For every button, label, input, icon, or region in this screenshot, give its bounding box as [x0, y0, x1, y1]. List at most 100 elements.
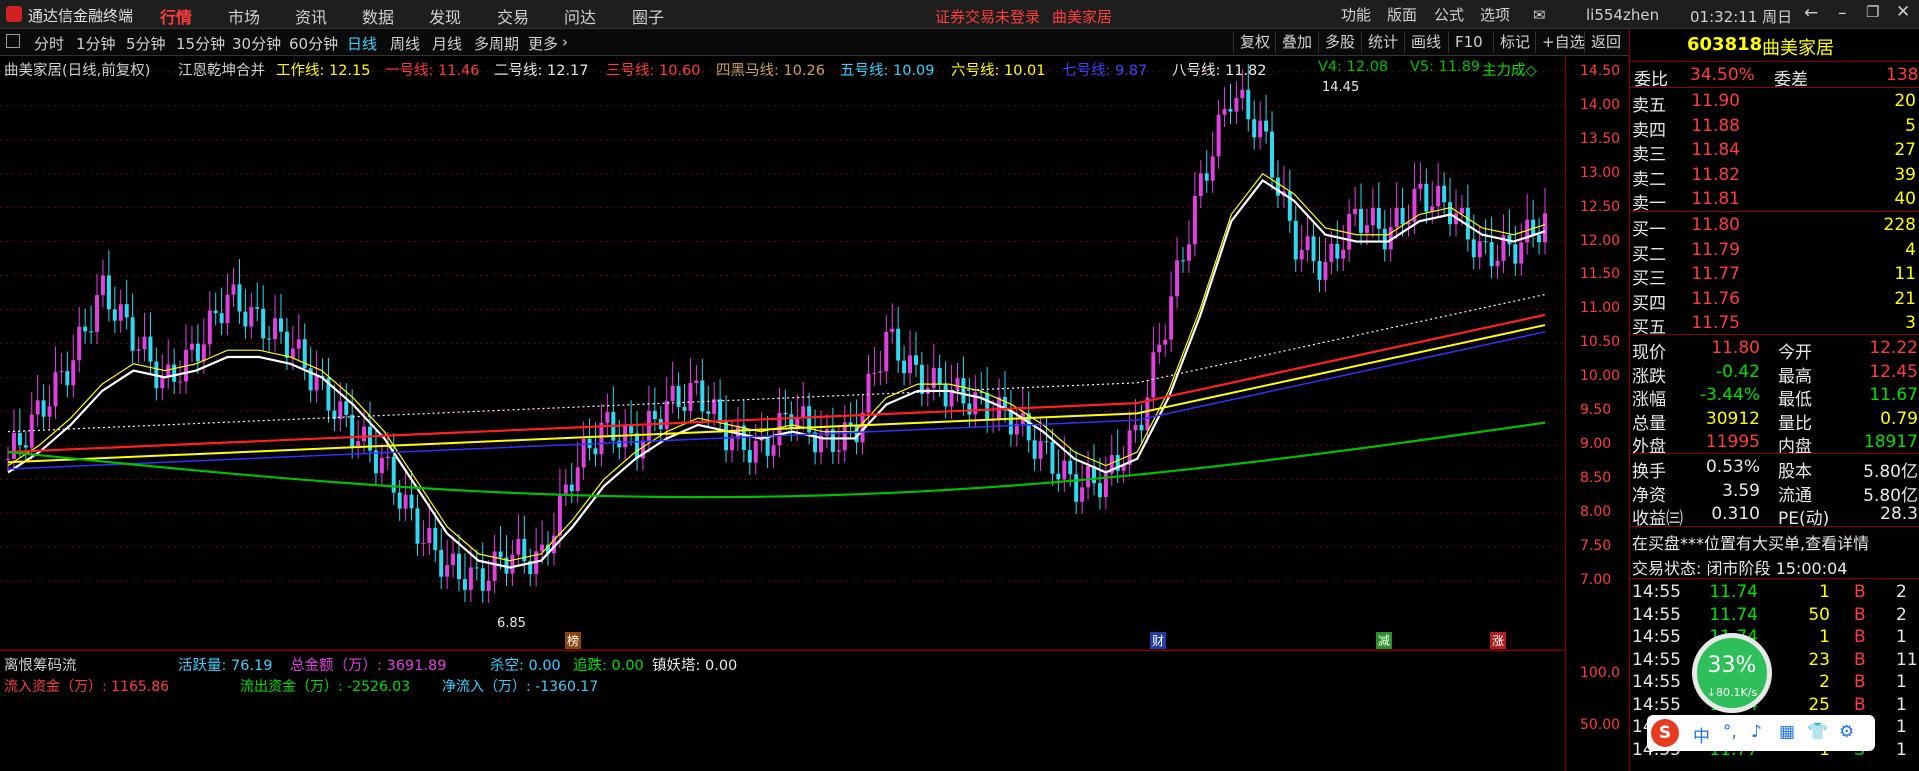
candle-body	[421, 542, 426, 544]
tick-time: 14:55	[1632, 649, 1681, 670]
tag-bang[interactable]: 榜	[565, 632, 582, 649]
tick-row[interactable]: 14:5511.741B1	[1630, 625, 1919, 649]
btn-fanhui[interactable]: 返回	[1584, 31, 1627, 53]
btn-tongji[interactable]: 统计	[1361, 31, 1404, 53]
bid-row[interactable]: 买五 11.75 3	[1630, 311, 1919, 338]
tick-row[interactable]: 14:5511.7425B1	[1630, 693, 1919, 717]
stat-row[interactable]: 涨跌 -0.42 最高 12.45	[1630, 360, 1919, 387]
period-weekly[interactable]: 周线	[390, 33, 420, 54]
close-icon[interactable]: ✕	[1896, 2, 1910, 22]
restore-icon[interactable]: ❐	[1866, 3, 1879, 21]
active-volume: 活跃量: 76.19	[178, 658, 273, 674]
stat-row[interactable]: 涨幅 -3.44% 最低 11.67	[1630, 383, 1919, 410]
bigorder-notice[interactable]: 在买盘***位置有大买单,查看详情	[1632, 530, 1869, 554]
formula-name[interactable]: 江恩乾坤合并	[178, 59, 265, 80]
menu-hangqing[interactable]: 行情	[160, 4, 192, 28]
stat2-row[interactable]: 净资 3.59 流通 5.80亿	[1630, 479, 1919, 506]
btn-huaxian[interactable]: 画线	[1404, 31, 1447, 53]
ime-voice-icon[interactable]: ♪	[1751, 722, 1762, 742]
bid-row[interactable]: 买四 11.76 21	[1630, 287, 1919, 314]
ime-settings-icon[interactable]: ⚙	[1839, 722, 1854, 742]
candle-body	[1359, 208, 1364, 233]
bid-row[interactable]: 买二 11.79 4	[1630, 238, 1919, 265]
candle-body	[261, 308, 266, 339]
bigorder-notice-row[interactable]: 在买盘***位置有大买单,查看详情	[1630, 528, 1919, 554]
stat-row[interactable]: 现价 11.80 今开 12.22	[1630, 336, 1919, 363]
ime-punct-icon[interactable]: °,	[1723, 722, 1737, 742]
ask-volume: 5	[1905, 115, 1916, 136]
menu-xuanxiang[interactable]: 选项	[1480, 4, 1510, 25]
candle-body	[575, 467, 580, 492]
tick-row[interactable]: 14:5511.742B1	[1630, 670, 1919, 694]
menu-banmian[interactable]: 版面	[1387, 4, 1417, 25]
btn-diejia[interactable]: 叠加	[1275, 31, 1318, 53]
ime-toolbar[interactable]: S 中 °, ♪ ▦ 👕 ⚙	[1647, 715, 1875, 751]
menu-gongshi[interactable]: 公式	[1434, 4, 1464, 25]
network-speed-gauge[interactable]: 33% ↓80.1K/s	[1692, 633, 1772, 713]
tag-jian[interactable]: 减	[1376, 632, 1393, 649]
tick-row[interactable]: 14:55 11.74 1 B 2	[1630, 580, 1919, 604]
menu-gongneng[interactable]: 功能	[1341, 4, 1371, 25]
mail-icon[interactable]: ✉	[1533, 6, 1546, 24]
ime-chinese-toggle[interactable]: 中	[1693, 722, 1710, 747]
period-30min[interactable]: 30分钟	[232, 33, 281, 54]
menu-shichang[interactable]: 市场	[228, 4, 260, 28]
menu-shuju[interactable]: 数据	[362, 4, 394, 28]
chevron-right-icon[interactable]: ›	[562, 33, 568, 51]
stat-row[interactable]: 总量 30912 量比 0.79	[1630, 407, 1919, 434]
ask-row[interactable]: 卖三 11.84 27	[1630, 138, 1919, 165]
minimize-icon[interactable]: –	[1838, 3, 1847, 23]
period-more[interactable]: 更多	[528, 33, 558, 54]
period-15min[interactable]: 15分钟	[176, 33, 225, 54]
sogou-logo-icon[interactable]: S	[1651, 719, 1679, 747]
tick-row[interactable]: 14:55 11.74 50 B 2	[1630, 603, 1919, 627]
ime-skin-icon[interactable]: 👕	[1807, 722, 1828, 742]
period-monthly[interactable]: 月线	[432, 33, 462, 54]
tag-cai[interactable]: 财	[1150, 632, 1167, 649]
bid-row[interactable]: 买一 11.80 228	[1630, 213, 1919, 240]
tick-row[interactable]: 14:5511.7423B11	[1630, 648, 1919, 672]
period-1min[interactable]: 1分钟	[76, 33, 116, 54]
candle-body	[468, 567, 473, 590]
period-5min[interactable]: 5分钟	[126, 33, 166, 54]
btn-zixuan[interactable]: +自选	[1535, 31, 1591, 53]
period-daily[interactable]: 日线	[347, 33, 377, 54]
ask-label: 卖三	[1632, 145, 1666, 165]
ask-row[interactable]: 卖四 11.88 5	[1630, 114, 1919, 141]
stat2-row[interactable]: 收益㈢ 0.310 PE(动) 28.3	[1630, 502, 1919, 529]
menu-quanzi[interactable]: 圈子	[632, 4, 664, 28]
quote-title-row: 603818 曲美家居	[1630, 32, 1919, 60]
period-fenshi[interactable]: 分时	[34, 33, 64, 54]
candle-body	[682, 406, 687, 411]
btn-biaoji[interactable]: 标记	[1493, 31, 1536, 53]
trade-state: 交易状态: 闭市阶段 15:00:04	[1632, 559, 1848, 578]
ime-keyboard-icon[interactable]: ▦	[1779, 722, 1795, 742]
btn-duogu[interactable]: 多股	[1318, 31, 1361, 53]
candle-body	[985, 392, 990, 421]
btn-fuquan[interactable]: 复权	[1233, 31, 1276, 53]
stat2-row[interactable]: 换手 0.53% 股本 5.80亿	[1630, 455, 1919, 482]
btn-f10[interactable]: F10	[1448, 31, 1489, 53]
candle-body	[605, 412, 610, 423]
candle-body	[219, 313, 224, 324]
stat-row[interactable]: 外盘 11995 内盘 18917	[1630, 430, 1919, 457]
tag-zhang[interactable]: 涨	[1490, 632, 1507, 649]
sub-indicator-name[interactable]: 离恨筹码流	[4, 654, 77, 675]
menu-wenda[interactable]: 问达	[564, 4, 596, 28]
stat-value: 0.310	[1711, 504, 1760, 524]
candle-body	[1246, 89, 1251, 120]
username[interactable]: li554zhen	[1586, 6, 1659, 24]
period-multi[interactable]: 多周期	[474, 33, 519, 54]
menu-zixun[interactable]: 资讯	[295, 4, 327, 28]
kline-chart[interactable]	[0, 55, 1565, 651]
login-notice[interactable]: 证券交易未登录	[935, 6, 1040, 27]
ask-row[interactable]: 卖二 11.82 39	[1630, 163, 1919, 190]
menu-faxian[interactable]: 发现	[429, 4, 461, 28]
back-arrow-icon[interactable]: ←	[1804, 3, 1818, 23]
bid-row[interactable]: 买三 11.77 11	[1630, 262, 1919, 289]
menu-jiaoyi[interactable]: 交易	[497, 4, 529, 28]
ask-row[interactable]: 卖五 11.90 20	[1630, 89, 1919, 116]
panel-toggle-icon[interactable]	[6, 34, 20, 48]
ask-row[interactable]: 卖一 11.81 40	[1630, 187, 1919, 214]
period-60min[interactable]: 60分钟	[289, 33, 338, 54]
